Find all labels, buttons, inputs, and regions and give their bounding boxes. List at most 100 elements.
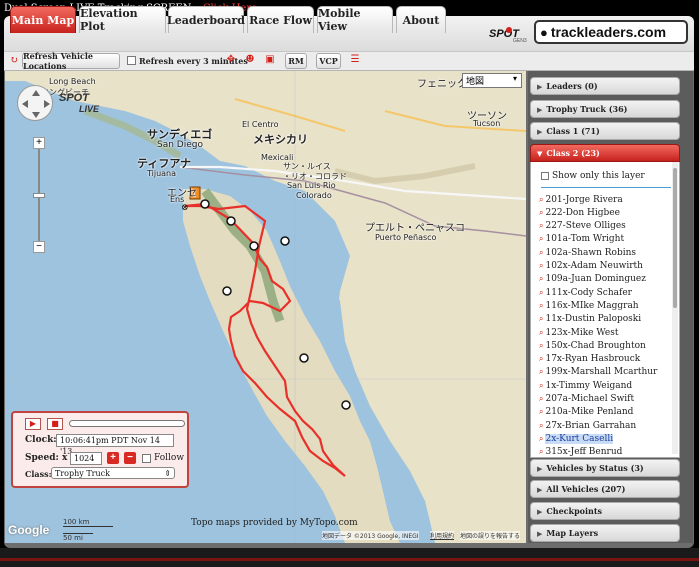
racer-name: 227-Steve Olliges (545, 221, 626, 232)
tab-main-map[interactable]: Main Map (10, 6, 76, 33)
racer-name: 109a-Juan Dominguez (545, 274, 646, 285)
racer-list-item[interactable]: ⌕ 101a-Tom Wright (539, 233, 624, 246)
map-label-san-diego: San Diego (157, 140, 203, 150)
racer-name: 111x-Cody Schafer (545, 287, 632, 298)
racer-name: 201-Jorge Rivera (545, 194, 623, 205)
tab-about[interactable]: About (396, 6, 446, 33)
map-copyright: 地図データ ©2013 Google, INEGI (322, 531, 419, 540)
racer-name: 2x-Kurt Caselli (545, 433, 614, 444)
section-label: Checkpoints (546, 506, 603, 516)
racer-list-item[interactable]: ⌕ 207a-Michael Swift (539, 393, 634, 406)
racer-name: 102x-Adam Neuwirth (545, 261, 643, 271)
checkpoint-marker[interactable] (222, 286, 232, 296)
racer-list-item[interactable]: ⌕ 222-Don Higbee (539, 206, 620, 219)
racer-list-scrollbar[interactable] (672, 162, 678, 454)
pan-control[interactable] (17, 85, 53, 121)
class-select-value: Trophy Truck (55, 469, 110, 478)
racer-name: 11x-Dustin Paloposki (545, 314, 642, 325)
checkpoint-marker[interactable] (200, 199, 210, 209)
fullscreen-icon[interactable]: ✥ (225, 54, 237, 66)
tab-race-flow[interactable]: Race Flow (247, 6, 314, 33)
terms-link[interactable]: 利用規約 (430, 531, 455, 540)
checkpoint-marker[interactable] (299, 353, 309, 363)
racer-name: 210a-Mike Penland (545, 407, 634, 418)
section-checkpoints[interactable]: ▶ Checkpoints (530, 502, 680, 520)
map-type-select[interactable]: 地図 ▾ (462, 73, 522, 88)
section-class-1[interactable]: ▶ Class 1 (71) (530, 122, 680, 140)
checkpoint-marker[interactable] (226, 216, 236, 226)
racer-list-item[interactable]: ⌕ 227-Steve Olliges (539, 220, 626, 233)
racer-list-item[interactable]: ⌕ 1x-Timmy Weigand (539, 379, 632, 392)
map-pin-icon: ⌕ (539, 194, 544, 204)
racer-name: 207a-Michael Swift (545, 394, 635, 404)
image-icon[interactable]: ▣ (264, 54, 276, 66)
racer-list-item[interactable]: ⌕ 27x-Brian Garrahan (539, 419, 636, 432)
class-select[interactable]: Trophy Truck ⇕ (51, 467, 175, 479)
tab-mobile-view[interactable]: Mobile View (317, 6, 393, 33)
timeline-slider[interactable] (69, 420, 185, 427)
person-icon[interactable]: ☻ (244, 54, 256, 66)
section-label: Leaders (0) (546, 81, 598, 91)
chevron-down-icon: ▾ (512, 74, 517, 83)
section-label: All Vehicles (207) (546, 484, 626, 494)
show-only-checkbox[interactable] (541, 172, 549, 180)
racer-list-item[interactable]: ⌕ 315x-Jeff Benrud (539, 446, 623, 458)
racer-list-item[interactable]: ⌕ 17x-Ryan Hasbrouck (539, 353, 640, 366)
zoom-slider-handle[interactable] (33, 193, 45, 198)
zoom-in-button[interactable]: + (33, 137, 45, 149)
racer-name: 315x-Jeff Benrud (545, 447, 623, 458)
section-trophy-truck[interactable]: ▶ Trophy Truck (36) (530, 100, 680, 118)
spot-logo: SPOT GEN3 (489, 27, 527, 44)
section-vehicles-by-status[interactable]: ▶ Vehicles by Status (3) (530, 459, 680, 477)
checkpoint-marker[interactable] (341, 400, 351, 410)
checkpoint-marker[interactable] (249, 241, 259, 251)
database-icon[interactable]: ☰ (349, 54, 361, 66)
report-error-link[interactable]: 地図の誤りを報告する (460, 531, 521, 540)
racer-list-item[interactable]: ⌕ 150x-Chad Broughton (539, 339, 646, 352)
show-only-option[interactable]: Show only this layer (541, 171, 645, 181)
speed-up-button[interactable]: + (107, 452, 119, 464)
racer-name: 101a-Tom Wright (545, 234, 625, 245)
speed-down-button[interactable]: − (124, 452, 136, 464)
racer-name: 102a-Shawn Robins (545, 247, 637, 258)
map-label-puerto: Puerto Peñasco (375, 233, 437, 242)
refresh-every-checkbox[interactable] (127, 56, 136, 65)
section-class-2[interactable]: ▼ Class 2 (23) (530, 144, 680, 162)
rm-button[interactable]: RM (285, 53, 307, 69)
svg-text:SPOT: SPOT (59, 92, 90, 104)
map-label-san-luis: San Luis Rio (287, 181, 336, 190)
racer-name: 222-Don Higbee (545, 207, 620, 218)
section-map-layers[interactable]: ▶ Map Layers (530, 524, 680, 542)
play-icon[interactable]: ▶ (25, 418, 41, 430)
racer-list-item[interactable]: ⌕ 123x-Mike West (539, 326, 618, 339)
refresh-vehicles-button[interactable]: Refresh Vehicle Locations (22, 51, 120, 71)
map-pin-icon: ⌕ (539, 300, 544, 310)
racer-list-item[interactable]: ⌕ 102x-Adam Neuwirth (539, 260, 643, 273)
racer-list-item[interactable]: ⌕ 199x-Marshall Mcarthur (539, 366, 657, 379)
racer-list-item[interactable]: ⌕ 111x-Cody Schafer (539, 286, 632, 299)
map-pin-icon: ⌕ (539, 287, 544, 297)
tab-leaderboard[interactable]: Leaderboard (167, 6, 245, 33)
speed-input[interactable]: 1024 (70, 452, 102, 465)
zoom-out-button[interactable]: − (33, 241, 45, 253)
follow-checkbox[interactable] (142, 454, 151, 463)
vcp-button[interactable]: VCP (316, 53, 341, 69)
section-all-vehicles[interactable]: ▶ All Vehicles (207) (530, 480, 680, 498)
map-pin-icon: ⌕ (539, 261, 544, 270)
stop-icon[interactable]: ■ (47, 418, 63, 430)
checkpoint-marker[interactable] (280, 236, 290, 246)
map-pin-icon: ⌕ (539, 447, 544, 457)
racer-list-item[interactable]: ⌕ 102a-Shawn Robins (539, 246, 636, 259)
section-label: Class 1 (71) (546, 126, 600, 136)
racer-list-item[interactable]: ⌕ 116x-MIke Maggrah (539, 299, 639, 312)
racer-list-item[interactable]: ⌕ 11x-Dustin Paloposki (539, 313, 641, 326)
racer-list-item[interactable]: ⌕ 2x-Kurt Caselli (539, 432, 614, 445)
clock-value[interactable]: 10:06:41pm PDT Nov 14 '13 (56, 434, 174, 456)
map-pin-icon: ⌕ (539, 367, 544, 377)
racer-list-item[interactable]: ⌕ 201-Jorge Rivera (539, 193, 623, 206)
racer-list-item[interactable]: ⌕ 210a-Mike Penland (539, 406, 633, 419)
section-leaders[interactable]: ▶ Leaders (0) (530, 77, 680, 95)
topo-credit: Topo maps provided by MyTopo.com (191, 518, 358, 528)
racer-list-item[interactable]: ⌕ 109a-Juan Dominguez (539, 273, 646, 286)
tab-elevation-plot[interactable]: Elevation Plot (79, 6, 166, 33)
